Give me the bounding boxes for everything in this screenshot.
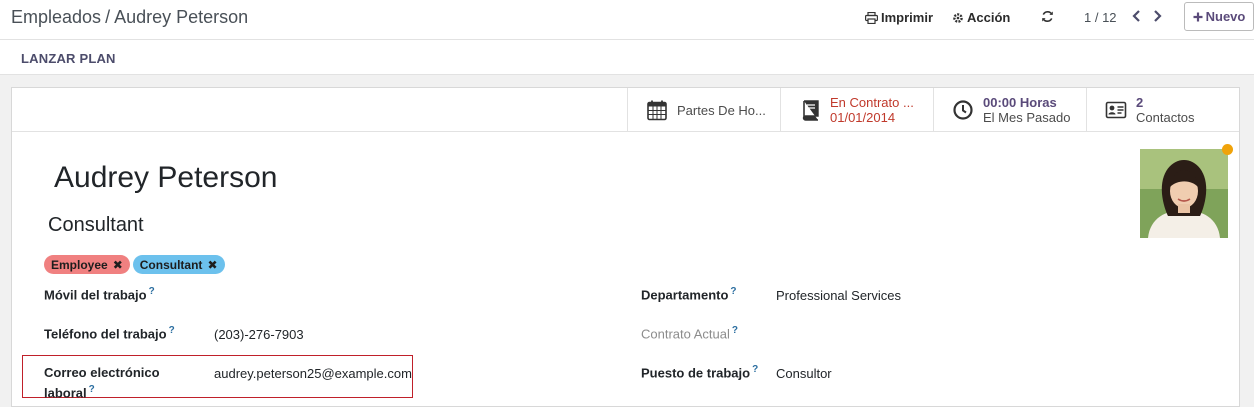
phone-field[interactable]: (203)-276-7903 (214, 327, 304, 342)
print-icon (865, 11, 878, 24)
smart-button-hours[interactable]: 00:00 Horas El Mes Pasado (933, 88, 1086, 132)
phone-label: Teléfono del trabajo? (44, 325, 175, 342)
tag-employee-label: Employee (51, 257, 108, 272)
tag-consultant: Consultant ✖ (132, 255, 225, 274)
breadcrumb: Empleados / Audrey Peterson (11, 7, 248, 28)
action-bar: LANZAR PLAN (0, 40, 1254, 75)
smart-button-row: Partes De Ho... En Contrato ... 01/01/201… (12, 88, 1239, 132)
print-label: Imprimir (881, 10, 934, 25)
plus-icon (1193, 12, 1203, 21)
breadcrumb-current: Audrey Peterson (114, 7, 249, 27)
pager-value[interactable]: 1 / 12 (1084, 10, 1117, 25)
email-label: Correo electrónico laboral? (44, 365, 160, 401)
refresh-icon[interactable] (1041, 10, 1054, 23)
smart-timesheets-label: Partes De Ho... (677, 102, 766, 118)
action-label: Acción (967, 10, 1011, 25)
smart-contract-status: En Contrato ... (830, 95, 914, 110)
new-label: Nuevo (1205, 9, 1246, 24)
mobile-label: Móvil del trabajo? (44, 286, 155, 303)
avatar-photo (1140, 149, 1228, 238)
employee-form-sheet: Partes De Ho... En Contrato ... 01/01/201… (11, 87, 1240, 407)
help-icon[interactable]: ? (169, 325, 175, 336)
job-position-label: Puesto de trabajo? (641, 364, 759, 381)
chevron-right-icon[interactable] (1150, 8, 1164, 24)
department-field[interactable]: Professional Services (776, 288, 901, 303)
avatar[interactable] (1140, 149, 1228, 238)
smart-button-contract[interactable]: En Contrato ... 01/01/2014 (780, 88, 933, 132)
clock-icon (953, 100, 973, 120)
help-icon[interactable]: ? (89, 384, 95, 395)
status-indicator (1222, 144, 1233, 155)
contract-label: Contrato Actual? (641, 325, 738, 342)
calendar-icon (647, 100, 667, 121)
action-button[interactable]: Acción (952, 10, 1010, 25)
smart-button-timesheets[interactable]: Partes De Ho... (627, 88, 780, 132)
tag-employee: Employee ✖ (44, 255, 130, 274)
breadcrumb-separator: / (105, 7, 111, 27)
new-button[interactable]: Nuevo (1184, 2, 1254, 31)
department-label: Departamento? (641, 286, 737, 303)
smart-contacts-label: Contactos (1136, 110, 1195, 125)
control-panel: Empleados / Audrey Peterson Imprimir Acció… (0, 0, 1254, 40)
tag-consultant-label: Consultant (139, 257, 203, 272)
breadcrumb-employees-link[interactable]: Empleados (11, 7, 101, 27)
tags-field[interactable]: Employee ✖ Consultant ✖ (44, 255, 225, 274)
employee-name[interactable]: Audrey Peterson (54, 161, 277, 195)
address-card-icon (1105, 101, 1127, 119)
chevron-left-icon[interactable] (1130, 8, 1144, 24)
smart-contract-date: 01/01/2014 (830, 110, 896, 125)
mobile-field[interactable] (214, 288, 414, 306)
contract-field (776, 327, 976, 345)
smart-contacts-count: 2 (1136, 95, 1144, 110)
remove-tag-employee-icon[interactable]: ✖ (113, 258, 123, 272)
smart-hours-label: El Mes Pasado (983, 110, 1071, 125)
employee-job-title[interactable]: Consultant (48, 214, 144, 237)
help-icon[interactable]: ? (732, 325, 738, 336)
launch-plan-button[interactable]: LANZAR PLAN (21, 51, 116, 66)
job-position-field[interactable]: Consultor (776, 366, 832, 381)
print-button[interactable]: Imprimir (865, 10, 933, 25)
email-field[interactable]: audrey.peterson25@example.com (214, 366, 412, 381)
remove-tag-consultant-icon[interactable]: ✖ (207, 258, 217, 272)
smart-hours-value: 00:00 Horas (983, 95, 1057, 110)
gear-icon (953, 12, 963, 23)
help-icon[interactable]: ? (149, 286, 155, 297)
help-icon[interactable]: ? (752, 364, 758, 375)
smart-button-contacts[interactable]: 2 Contactos (1086, 88, 1239, 132)
book-icon (802, 100, 819, 121)
help-icon[interactable]: ? (730, 286, 736, 297)
